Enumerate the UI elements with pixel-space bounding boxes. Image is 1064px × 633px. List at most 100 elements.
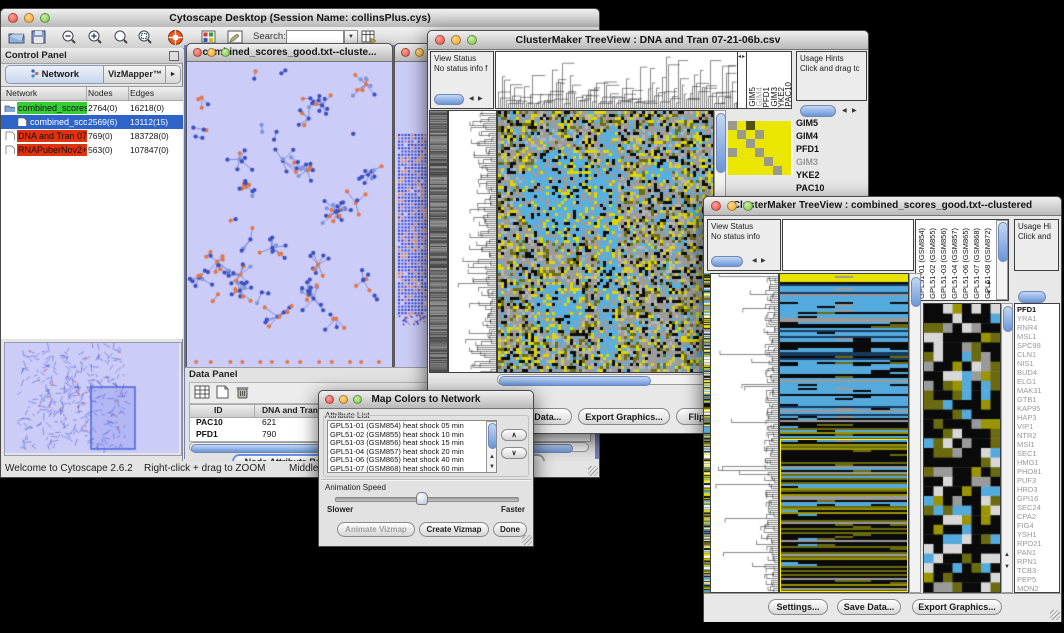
tv1-hscrollbar[interactable]: ◀ ▶ bbox=[497, 374, 726, 385]
gene-label[interactable]: RPN1 bbox=[1017, 558, 1037, 566]
col-header-edges[interactable]: Edges bbox=[130, 88, 154, 98]
zoom-window-icon[interactable] bbox=[40, 13, 50, 23]
gene-label[interactable]: SEC24 bbox=[1017, 504, 1041, 512]
scroll-right-icon[interactable]: ▶ bbox=[852, 108, 857, 114]
gene-label[interactable]: GPI16 bbox=[1017, 495, 1038, 503]
tv1-heatmap-canvas[interactable] bbox=[498, 111, 713, 372]
close-icon[interactable] bbox=[325, 395, 334, 404]
attribute-list-scrollbar[interactable]: ▲ ▼ bbox=[486, 421, 497, 473]
treeview2-title-bar[interactable]: ClusterMaker TreeView : combined_scores_… bbox=[704, 197, 1061, 216]
gene-label[interactable]: HRD3 bbox=[1017, 486, 1037, 494]
tv1-global-strip[interactable] bbox=[429, 110, 448, 373]
scroll-left-icon[interactable]: ◀ bbox=[842, 108, 847, 114]
gene-label[interactable]: HAP3 bbox=[1017, 414, 1037, 422]
tv2-vscrollbar[interactable] bbox=[909, 273, 921, 593]
gene-label[interactable]: RNR4 bbox=[1017, 324, 1037, 332]
resize-grip[interactable] bbox=[522, 535, 532, 545]
tv1-usage-scrollbar[interactable] bbox=[800, 105, 836, 117]
scroll-right-icon[interactable]: ▶ bbox=[478, 96, 483, 102]
scroll-right-icon[interactable]: ▸ bbox=[742, 54, 745, 60]
resize-grip[interactable] bbox=[1050, 610, 1060, 620]
close-icon[interactable] bbox=[711, 201, 721, 211]
resize-grip[interactable] bbox=[588, 466, 598, 476]
tv1-global-strip-canvas[interactable] bbox=[430, 111, 447, 372]
zoom-in-icon[interactable] bbox=[87, 29, 103, 50]
gene-label[interactable]: TCB3 bbox=[1017, 567, 1036, 575]
tv1-row-dendrogram-canvas[interactable] bbox=[449, 111, 496, 372]
table-row[interactable]: DNA and Tran 07769(0)183728(0) bbox=[1, 129, 183, 143]
tv1-column-dendrogram[interactable] bbox=[495, 51, 738, 109]
scroll-left-icon[interactable]: ◂ bbox=[738, 54, 741, 60]
tv2-row-dendrogram[interactable] bbox=[710, 273, 779, 593]
gene-label[interactable]: CPA2 bbox=[1017, 513, 1036, 521]
table-row[interactable]: RNAPuberNov2+563(0)107847(0) bbox=[1, 143, 183, 157]
attribute-listbox[interactable]: GPL51-01 (GSM854) heat shock 05 minGPL51… bbox=[327, 420, 497, 473]
tv2-sub-heatmap[interactable] bbox=[923, 303, 1001, 593]
scroll-down-icon[interactable]: ▼ bbox=[1004, 564, 1010, 570]
minimize-icon[interactable] bbox=[24, 13, 34, 23]
scroll-right-icon[interactable]: ▶ bbox=[761, 258, 766, 264]
move-up-button[interactable]: ∧ bbox=[501, 429, 527, 441]
move-down-button[interactable]: ∨ bbox=[501, 447, 527, 459]
gene-label[interactable]: MON2 bbox=[1017, 585, 1039, 593]
zoom-out-icon[interactable] bbox=[61, 29, 77, 50]
birdseye-view[interactable] bbox=[4, 342, 182, 456]
gene-label[interactable]: PFD1 bbox=[1017, 306, 1036, 314]
tv2-row-dendrogram-canvas[interactable] bbox=[711, 274, 778, 592]
float-panel-icon[interactable] bbox=[169, 51, 179, 61]
minimize-icon[interactable] bbox=[415, 48, 424, 57]
network-table-header[interactable]: Network Nodes Edges bbox=[1, 87, 183, 101]
tv1-mini-heatmap[interactable] bbox=[728, 121, 793, 175]
birdseye-canvas[interactable] bbox=[5, 343, 179, 453]
gene-label[interactable]: PAC10 bbox=[796, 184, 824, 193]
gene-label[interactable]: RPO21 bbox=[1017, 540, 1042, 548]
gene-label[interactable]: MSL1 bbox=[1017, 333, 1037, 341]
scroll-up-icon[interactable]: ▲ bbox=[489, 454, 495, 460]
minimize-icon[interactable] bbox=[451, 35, 461, 45]
delete-attribute-icon[interactable] bbox=[236, 385, 249, 404]
table-row[interactable]: combined_scores_2764(0)16218(0) bbox=[1, 101, 183, 115]
create-vizmap-button[interactable]: Create Vizmap bbox=[419, 522, 489, 537]
map-dialog-title-bar[interactable]: Map Colors to Network bbox=[319, 391, 533, 409]
gene-label[interactable]: YKE2 bbox=[796, 171, 820, 180]
minimize-icon[interactable] bbox=[207, 48, 216, 57]
zoom-window-icon[interactable] bbox=[467, 35, 477, 45]
animate-vizmap-button[interactable]: Animate Vizmap bbox=[337, 522, 415, 537]
gene-label[interactable]: NIS1 bbox=[1017, 360, 1034, 368]
close-icon[interactable] bbox=[8, 13, 18, 23]
tv1-status-scrollbar[interactable] bbox=[434, 94, 464, 105]
gene-label[interactable]: PUF3 bbox=[1017, 477, 1036, 485]
export-graphics-button[interactable]: Export Graphics... bbox=[912, 599, 1002, 615]
scroll-down-icon[interactable]: ▼ bbox=[986, 290, 992, 296]
gene-label[interactable]: YRA1 bbox=[1017, 315, 1037, 323]
gene-label[interactable]: PFD1 bbox=[796, 145, 819, 154]
network-canvas[interactable] bbox=[187, 62, 390, 368]
gene-label[interactable]: PHO81 bbox=[1017, 468, 1042, 476]
tv1-heatmap[interactable] bbox=[497, 110, 714, 373]
attribute-select-icon[interactable] bbox=[194, 385, 210, 404]
open-folder-icon[interactable] bbox=[8, 30, 25, 49]
settings-button[interactable]: Settings... bbox=[768, 599, 828, 615]
scroll-up-icon[interactable]: ▲ bbox=[1004, 552, 1010, 558]
network-view-title-bar[interactable]: combined_scores_good.txt--cluste... bbox=[187, 44, 392, 62]
gene-label[interactable]: GIM5 bbox=[796, 119, 818, 128]
gene-label[interactable]: PAN1 bbox=[1017, 549, 1036, 557]
tv2-sub-heatmap-canvas[interactable] bbox=[924, 304, 1000, 592]
gene-label[interactable]: SEC1 bbox=[1017, 450, 1037, 458]
scroll-up-icon[interactable]: ▲ bbox=[986, 280, 992, 286]
gene-label[interactable]: VIP1 bbox=[1017, 423, 1033, 431]
treeview1-title-bar[interactable]: ClusterMaker TreeView : DNA and Tran 07-… bbox=[428, 31, 868, 50]
tv2-labels-vscrollbar[interactable] bbox=[996, 220, 1008, 300]
gene-label[interactable]: ELG1 bbox=[1017, 378, 1036, 386]
tv2-status-scrollbar[interactable] bbox=[711, 256, 743, 267]
gene-label[interactable]: YSH1 bbox=[1017, 531, 1037, 539]
gene-label[interactable]: GIM4 bbox=[796, 132, 818, 141]
col-header-network[interactable]: Network bbox=[6, 88, 37, 98]
gene-label[interactable]: SPC98 bbox=[1017, 342, 1041, 350]
speed-slider-thumb[interactable] bbox=[416, 492, 428, 505]
gene-label[interactable]: BUD4 bbox=[1017, 369, 1037, 377]
zoom-window-icon[interactable] bbox=[353, 395, 362, 404]
col-header-id[interactable]: ID bbox=[214, 405, 223, 415]
tab-vizmapper[interactable]: VizMapper™ bbox=[103, 65, 167, 84]
zoom-selected-icon[interactable] bbox=[137, 29, 153, 50]
